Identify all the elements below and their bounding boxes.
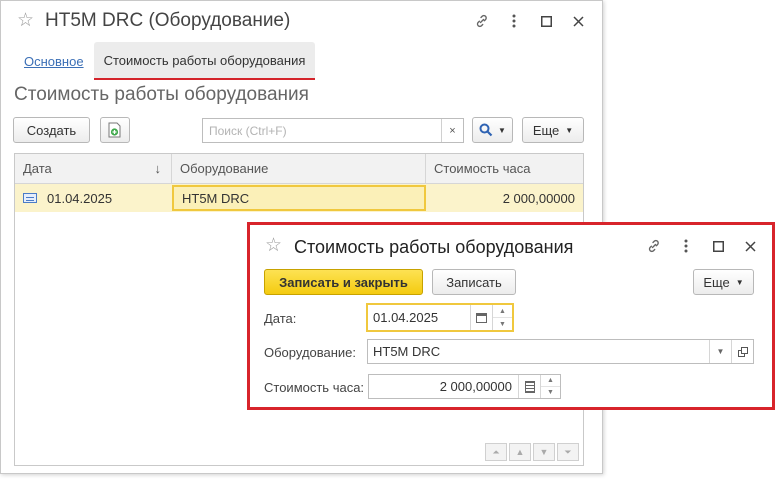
table-header: Дата ↓ Оборудование Стоимость часа bbox=[15, 154, 583, 184]
save-button[interactable]: Записать bbox=[432, 269, 516, 295]
more-label: Еще bbox=[532, 122, 560, 138]
cost-spinner[interactable]: ▲ ▼ bbox=[540, 375, 560, 398]
spin-down-icon[interactable]: ▼ bbox=[493, 318, 512, 330]
scroll-last-icon[interactable]: ⏷ bbox=[557, 443, 579, 461]
save-and-close-button[interactable]: Записать и закрыть bbox=[264, 269, 423, 295]
copy-add-icon bbox=[108, 122, 121, 138]
spin-down-icon[interactable]: ▼ bbox=[541, 387, 560, 398]
tab-main[interactable]: Основное bbox=[15, 54, 94, 69]
form-tabs: Основное Стоимость работы оборудования bbox=[15, 42, 316, 80]
maximize-icon[interactable] bbox=[530, 11, 562, 31]
cell-date-value: 01.04.2025 bbox=[47, 190, 113, 206]
open-in-window-icon bbox=[737, 346, 748, 357]
equipment-field[interactable]: HT5M DRC ▼ bbox=[367, 339, 754, 364]
calendar-icon bbox=[476, 312, 487, 323]
cell-equipment[interactable]: HT5M DRC bbox=[172, 185, 426, 211]
create-button[interactable]: Создать bbox=[13, 117, 90, 143]
column-header-equipment[interactable]: Оборудование bbox=[172, 154, 426, 183]
search-options-button[interactable]: ▼ bbox=[472, 117, 513, 143]
cell-cost[interactable]: 2 000,00000 bbox=[426, 184, 583, 212]
dialog-header-icons bbox=[638, 236, 766, 256]
date-spinner[interactable]: ▲ ▼ bbox=[492, 305, 512, 330]
scroll-down-icon[interactable]: ▼ bbox=[533, 443, 555, 461]
calculator-button[interactable] bbox=[518, 375, 540, 398]
window-title: HT5M DRC (Оборудование) bbox=[45, 10, 291, 31]
spin-up-icon[interactable]: ▲ bbox=[541, 375, 560, 387]
date-label: Дата: bbox=[264, 311, 297, 326]
favorite-star-icon[interactable]: ☆ bbox=[265, 236, 282, 256]
date-value: 01.04.2025 bbox=[373, 310, 439, 325]
link-icon[interactable] bbox=[466, 11, 498, 31]
favorite-star-icon[interactable]: ☆ bbox=[17, 11, 34, 31]
calendar-button[interactable] bbox=[470, 305, 492, 330]
chevron-down-icon: ▼ bbox=[498, 125, 506, 135]
more-vertical-icon[interactable] bbox=[670, 236, 702, 256]
equipment-label: Оборудование: bbox=[264, 345, 357, 360]
equipment-value: HT5M DRC bbox=[373, 344, 441, 359]
column-header-label: Дата bbox=[23, 161, 52, 176]
sort-desc-icon: ↓ bbox=[154, 161, 162, 176]
scroll-up-icon[interactable]: ▲ bbox=[509, 443, 531, 461]
search-icon bbox=[479, 123, 493, 137]
window-header-icons bbox=[466, 11, 594, 31]
more-label: Еще bbox=[703, 274, 730, 290]
cell-date[interactable]: 01.04.2025 bbox=[15, 184, 172, 212]
date-field[interactable]: 01.04.2025 ▲ ▼ bbox=[366, 303, 514, 332]
more-button[interactable]: Еще ▼ bbox=[522, 117, 584, 143]
spin-up-icon[interactable]: ▲ bbox=[493, 305, 512, 318]
open-button[interactable] bbox=[731, 340, 753, 363]
dialog-more-button[interactable]: Еще ▼ bbox=[693, 269, 754, 295]
dialog-title: Стоимость работы оборудования bbox=[294, 237, 574, 257]
section-title: Стоимость работы оборудования bbox=[14, 84, 309, 105]
link-icon[interactable] bbox=[638, 236, 670, 256]
close-icon[interactable] bbox=[734, 236, 766, 256]
record-icon bbox=[23, 193, 37, 203]
search-clear-icon[interactable]: × bbox=[441, 119, 463, 142]
chevron-down-icon: ▼ bbox=[735, 277, 744, 287]
cost-label: Стоимость часа: bbox=[264, 380, 365, 395]
chevron-down-icon: ▼ bbox=[565, 125, 574, 135]
scroll-first-icon[interactable]: ⏶ bbox=[485, 443, 507, 461]
dropdown-button[interactable]: ▼ bbox=[709, 340, 731, 363]
column-header-cost[interactable]: Стоимость часа bbox=[426, 154, 583, 183]
chevron-down-icon: ▼ bbox=[716, 347, 725, 356]
cost-field[interactable]: 2 000,00000 ▲ ▼ bbox=[368, 374, 561, 399]
column-header-label: Стоимость часа bbox=[434, 161, 531, 176]
copy-button[interactable] bbox=[100, 117, 130, 143]
cost-dialog: ☆ Стоимость работы оборудования Записать… bbox=[247, 222, 775, 410]
maximize-icon[interactable] bbox=[702, 236, 734, 256]
table-navigation: ⏶ ▲ ▼ ⏷ bbox=[485, 443, 579, 461]
column-header-label: Оборудование bbox=[180, 161, 269, 176]
tab-equipment-cost[interactable]: Стоимость работы оборудования bbox=[93, 42, 316, 80]
search-placeholder: Поиск (Ctrl+F) bbox=[209, 123, 287, 138]
table-row[interactable]: 01.04.2025 HT5M DRC 2 000,00000 bbox=[15, 184, 583, 212]
search-field[interactable]: Поиск (Ctrl+F) × bbox=[202, 118, 464, 143]
close-icon[interactable] bbox=[562, 11, 594, 31]
more-vertical-icon[interactable] bbox=[498, 11, 530, 31]
column-header-date[interactable]: Дата ↓ bbox=[15, 154, 172, 183]
calculator-icon bbox=[524, 380, 535, 393]
cost-value: 2 000,00000 bbox=[439, 379, 512, 394]
